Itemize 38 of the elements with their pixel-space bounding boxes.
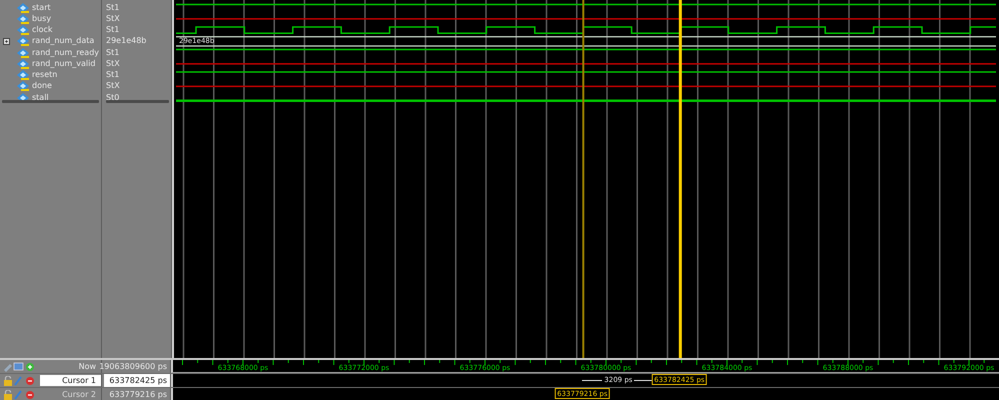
signal-value: St1 [106,2,120,13]
signal-icon [16,2,30,13]
signal-icon [16,14,30,24]
cursor-time: 633779216 ps [109,390,167,399]
signal-icon [16,70,30,80]
signal-name[interactable]: busy [32,14,52,24]
signal-icon [16,81,30,92]
signal-name[interactable]: rand_num_data [32,36,94,46]
now-time: 19063809600 ps [99,362,167,371]
cursor-icons-drawing [3,376,36,386]
now-label: Now [78,361,97,372]
cursor-time: 633782425 ps [109,376,167,385]
cursor-name[interactable]: Cursor 2 [40,389,101,400]
signal-icon [16,25,30,36]
signal-name[interactable]: stall [32,92,49,103]
signal-name[interactable]: resetn [32,70,58,80]
signal-icon [16,48,30,58]
signal-value: StX [106,81,120,92]
signal-name[interactable]: clock [32,25,53,36]
cursor-icons-drawing [3,390,36,400]
scrollbar[interactable] [2,100,99,103]
signal-name[interactable]: rand_num_ready [32,48,100,58]
signal-value: St0 [106,92,120,103]
expand-toggle[interactable] [3,38,10,45]
signal-value: St1 [106,70,120,80]
cursor-name[interactable]: Cursor 1 [40,375,101,386]
signal-name[interactable]: rand_num_valid [32,58,96,69]
signal-value: 29e1e48b [106,36,146,46]
signal-name[interactable]: done [32,81,52,92]
signal-value: St1 [106,48,120,58]
signal-value: StX [106,14,120,24]
signal-icon [16,58,30,69]
signal-value: St1 [106,25,120,36]
signal-value: StX [106,58,120,69]
signal-icon [16,36,30,46]
signal-name[interactable]: start [32,2,51,13]
toolbar-icons-drawing [3,362,36,372]
scrollbar[interactable] [106,100,169,103]
